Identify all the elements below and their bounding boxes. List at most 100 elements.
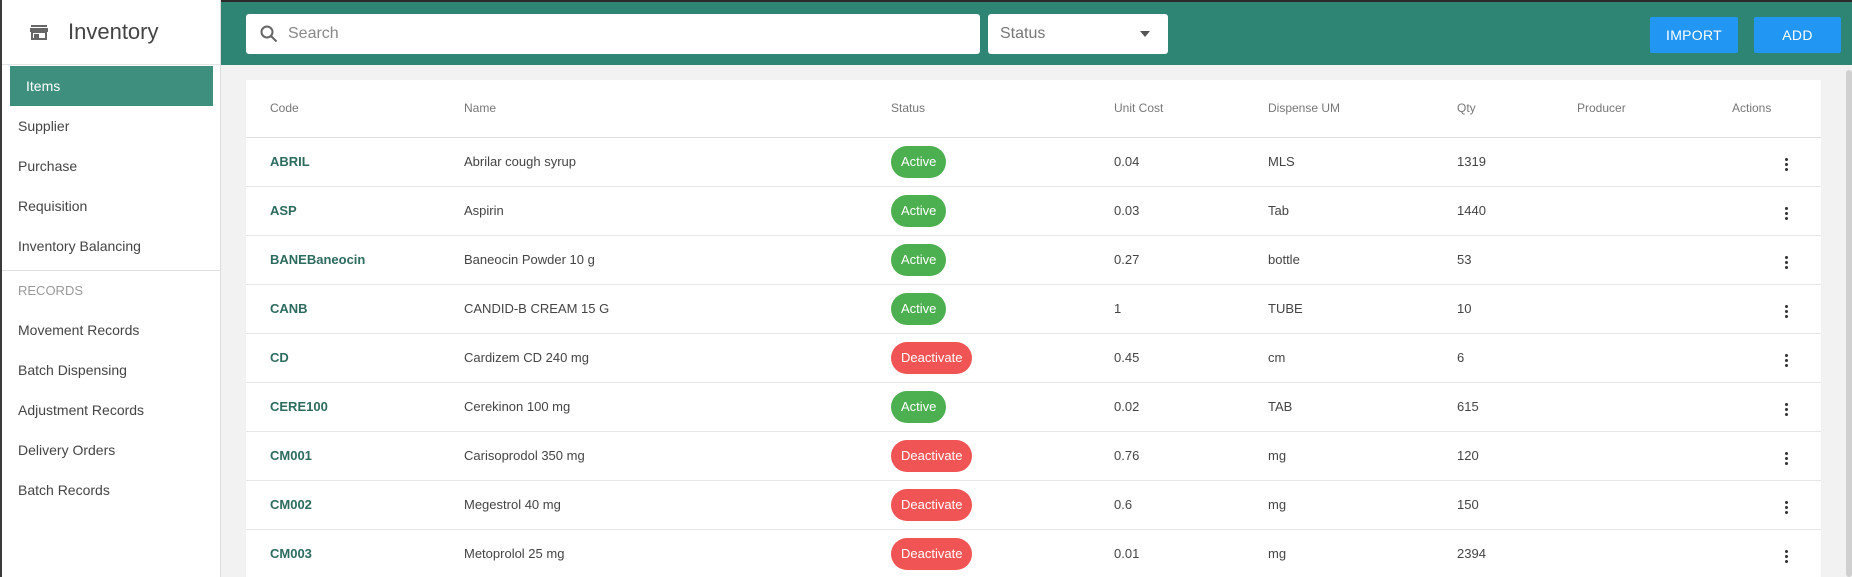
chevron-down-icon — [1140, 31, 1150, 37]
more-vert-icon[interactable] — [1776, 203, 1796, 223]
table-header-row: Code Name Status Unit Cost Dispense UM Q… — [246, 80, 1821, 138]
more-vert-icon[interactable] — [1776, 399, 1796, 419]
table-row[interactable]: CM003 Metoprolol 25 mg Deactivate 0.01 mg 239… — [246, 529, 1821, 577]
more-vert-icon[interactable] — [1776, 350, 1796, 370]
search-input[interactable] — [288, 25, 968, 43]
actions-cell — [1732, 186, 1821, 236]
item-code[interactable]: BANEBaneocin — [246, 235, 464, 285]
status-badge: Active — [891, 390, 947, 423]
dispense-um: mg — [1268, 480, 1457, 530]
unit-cost: 0.02 — [1114, 382, 1268, 432]
item-code[interactable]: CM003 — [246, 529, 464, 577]
sidebar-item-movement-records[interactable]: Movement Records — [2, 310, 220, 350]
more-vert-icon[interactable] — [1776, 301, 1796, 321]
status-filter-select[interactable]: Status — [988, 14, 1168, 54]
item-code[interactable]: ABRIL — [246, 137, 464, 187]
header-unit-cost[interactable]: Unit Cost — [1114, 80, 1268, 138]
import-button[interactable]: IMPORT — [1650, 17, 1738, 53]
status-cell: Active — [891, 284, 1114, 334]
header-name[interactable]: Name — [464, 80, 891, 138]
header-qty[interactable]: Qty — [1457, 80, 1577, 138]
status-badge: Active — [891, 243, 947, 276]
table-row[interactable]: BANEBaneocin Baneocin Powder 10 g Active 0.… — [246, 235, 1821, 285]
producer — [1577, 284, 1732, 334]
header-status[interactable]: Status — [891, 80, 1114, 138]
header-code[interactable]: Code — [246, 80, 464, 138]
table-row[interactable]: CD Cardizem CD 240 mg Deactivate 0.45 cm 6 — [246, 333, 1821, 383]
sidebar-item-adjustment-records[interactable]: Adjustment Records — [2, 390, 220, 430]
producer — [1577, 333, 1732, 383]
scrollbar-thumb[interactable] — [1846, 70, 1852, 577]
more-vert-icon[interactable] — [1776, 497, 1796, 517]
item-code[interactable]: ASP — [246, 186, 464, 236]
search-box[interactable] — [246, 14, 980, 54]
dispense-um: TUBE — [1268, 284, 1457, 334]
status-badge: Active — [891, 194, 947, 227]
sidebar-item-supplier[interactable]: Supplier — [2, 106, 220, 146]
qty: 53 — [1457, 235, 1577, 285]
dispense-um: TAB — [1268, 382, 1457, 432]
sidebar-item-requisition[interactable]: Requisition — [2, 186, 220, 226]
table-row[interactable]: CANB CANDID-B CREAM 15 G Active 1 TUBE 10 — [246, 284, 1821, 334]
sidebar-item-batch-dispensing[interactable]: Batch Dispensing — [2, 350, 220, 390]
producer — [1577, 480, 1732, 530]
status-cell: Deactivate — [891, 529, 1114, 577]
status-cell: Active — [891, 137, 1114, 187]
item-code[interactable]: CM001 — [246, 431, 464, 481]
table-row[interactable]: ABRIL Abrilar cough syrup Active 0.04 MLS 131… — [246, 137, 1821, 187]
item-code[interactable]: CERE100 — [246, 382, 464, 432]
table-row[interactable]: ASP Aspirin Active 0.03 Tab 1440 — [246, 186, 1821, 236]
item-code[interactable]: CD — [246, 333, 464, 383]
unit-cost: 0.04 — [1114, 137, 1268, 187]
status-cell: Deactivate — [891, 431, 1114, 481]
status-badge: Deactivate — [891, 439, 973, 472]
more-vert-icon[interactable] — [1776, 546, 1796, 566]
actions-cell — [1732, 284, 1821, 334]
producer — [1577, 137, 1732, 187]
item-name: Aspirin — [464, 186, 891, 236]
status-cell: Deactivate — [891, 480, 1114, 530]
more-vert-icon[interactable] — [1776, 154, 1796, 174]
item-name: CANDID-B CREAM 15 G — [464, 284, 891, 334]
item-name: Megestrol 40 mg — [464, 480, 891, 530]
table-row[interactable]: CM002 Megestrol 40 mg Deactivate 0.6 mg 150 — [246, 480, 1821, 530]
dispense-um: Tab — [1268, 186, 1457, 236]
producer — [1577, 529, 1732, 577]
more-vert-icon[interactable] — [1776, 252, 1796, 272]
unit-cost: 0.03 — [1114, 186, 1268, 236]
store-icon — [28, 21, 50, 43]
dispense-um: mg — [1268, 529, 1457, 577]
top-bar: Status IMPORT ADD — [221, 0, 1852, 65]
item-code[interactable]: CM002 — [246, 480, 464, 530]
item-name: Carisoprodol 350 mg — [464, 431, 891, 481]
sidebar-item-items[interactable]: Items — [10, 66, 213, 106]
table-row[interactable]: CM001 Carisoprodol 350 mg Deactivate 0.76 mg… — [246, 431, 1821, 481]
actions-cell — [1732, 480, 1821, 530]
sidebar-item-delivery-orders[interactable]: Delivery Orders — [2, 430, 220, 470]
sidebar-item-batch-records[interactable]: Batch Records — [2, 470, 220, 510]
item-name: Cardizem CD 240 mg — [464, 333, 891, 383]
qty: 120 — [1457, 431, 1577, 481]
producer — [1577, 186, 1732, 236]
status-cell: Active — [891, 235, 1114, 285]
sidebar-item-purchase[interactable]: Purchase — [2, 146, 220, 186]
status-badge: Active — [891, 292, 947, 325]
item-name: Abrilar cough syrup — [464, 137, 891, 187]
unit-cost: 0.6 — [1114, 480, 1268, 530]
header-producer[interactable]: Producer — [1577, 80, 1732, 138]
status-select-label: Status — [1000, 25, 1046, 42]
sidebar: Inventory Items Supplier Purchase Requisiti… — [0, 0, 221, 577]
dispense-um: MLS — [1268, 137, 1457, 187]
sidebar-item-inventory-balancing[interactable]: Inventory Balancing — [2, 226, 220, 266]
header-dispense-um[interactable]: Dispense UM — [1268, 80, 1457, 138]
qty: 615 — [1457, 382, 1577, 432]
table-row[interactable]: CERE100 Cerekinon 100 mg Active 0.02 TAB 615 — [246, 382, 1821, 432]
unit-cost: 1 — [1114, 284, 1268, 334]
add-button[interactable]: ADD — [1754, 17, 1841, 53]
app-title: Inventory — [68, 19, 159, 44]
items-table-card: Code Name Status Unit Cost Dispense UM Q… — [246, 80, 1821, 577]
item-code[interactable]: CANB — [246, 284, 464, 334]
actions-cell — [1732, 382, 1821, 432]
status-badge: Active — [891, 145, 947, 178]
more-vert-icon[interactable] — [1776, 448, 1796, 468]
